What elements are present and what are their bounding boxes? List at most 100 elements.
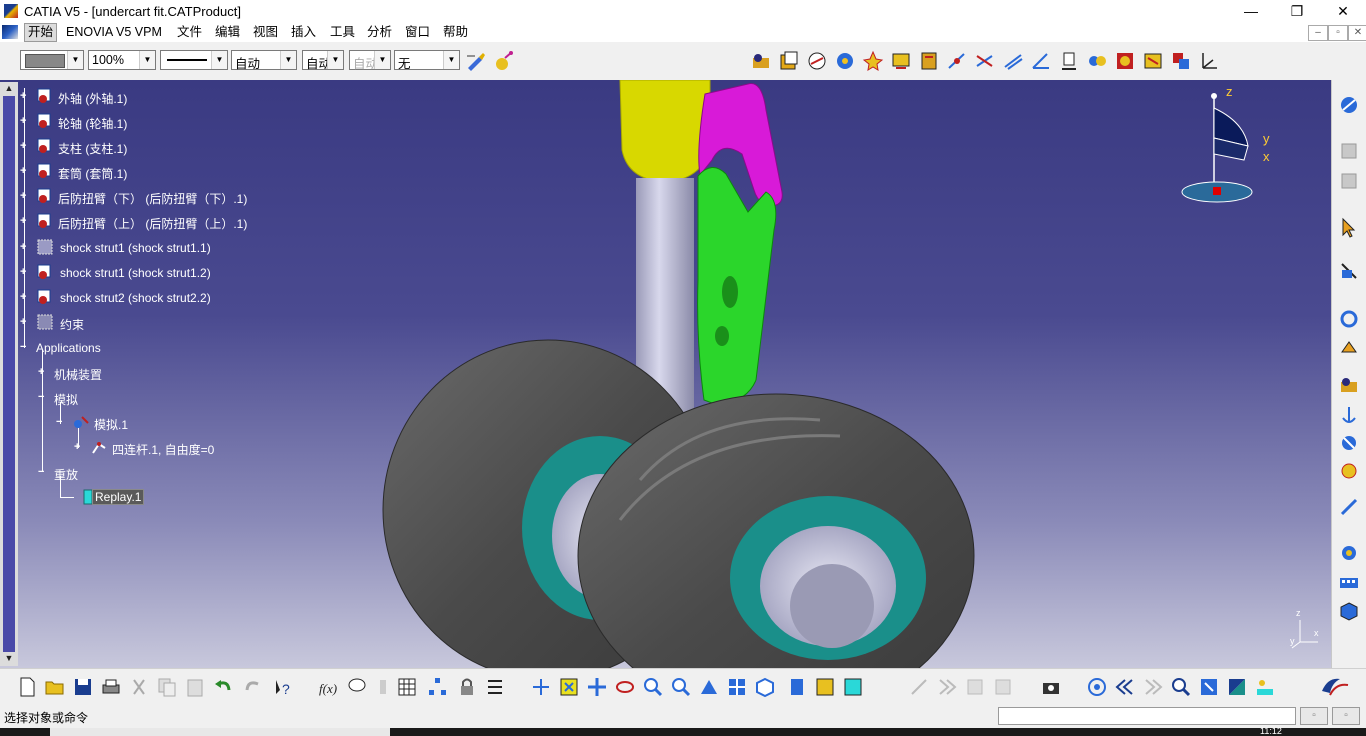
scroll-down-arrow[interactable]: ▼ — [2, 653, 16, 665]
search-icon[interactable] — [1170, 676, 1192, 698]
settings-list-icon[interactable] — [484, 676, 506, 698]
graphic-properties-icon[interactable] — [493, 50, 515, 72]
clash-icon[interactable] — [1338, 460, 1360, 482]
product-icon[interactable] — [778, 50, 800, 72]
menu-start[interactable]: 开始 — [24, 23, 58, 42]
color-combo[interactable]: ▼ — [20, 50, 84, 70]
collapse-icon[interactable]: − — [20, 342, 29, 353]
collapse-icon[interactable]: − — [56, 417, 65, 428]
scroll-up-arrow[interactable]: ▲ — [2, 83, 16, 95]
contact-constraint-icon[interactable] — [974, 50, 996, 72]
open-icon[interactable] — [44, 676, 66, 698]
rotate-icon[interactable] — [1338, 308, 1360, 330]
landing-gear-model[interactable] — [0, 80, 1331, 668]
expand-icon[interactable]: + — [20, 191, 29, 202]
expand-icon[interactable]: + — [38, 367, 47, 378]
shading-icon[interactable] — [786, 676, 808, 698]
expand-icon[interactable]: + — [74, 442, 83, 453]
compass-tool-icon[interactable] — [1338, 94, 1360, 116]
expand-icon[interactable]: + — [20, 166, 29, 177]
menu-enovia[interactable]: ENOVIA V5 VPM — [63, 24, 165, 41]
target-icon[interactable] — [1086, 676, 1108, 698]
replace-component-icon[interactable] — [890, 50, 912, 72]
minimize-button[interactable]: — — [1228, 0, 1274, 22]
fix-together-icon[interactable] — [1086, 50, 1108, 72]
reference-axis-icon[interactable] — [1198, 50, 1220, 72]
apply-material-icon[interactable] — [1254, 676, 1276, 698]
close-button[interactable]: ✕ — [1320, 0, 1366, 22]
mdi-restore-button[interactable]: ▫ — [1328, 25, 1348, 41]
rewind-icon[interactable] — [1114, 676, 1136, 698]
tree-graph-icon[interactable] — [426, 676, 448, 698]
compass-widget[interactable] — [1181, 93, 1253, 203]
help-icon[interactable]: ? — [272, 676, 294, 698]
change-constraint-icon[interactable] — [1170, 50, 1192, 72]
save-icon[interactable] — [72, 676, 94, 698]
catalog-icon[interactable] — [1338, 542, 1360, 564]
graph-tree-reorder-icon[interactable] — [918, 50, 940, 72]
expand-icon[interactable]: + — [20, 91, 29, 102]
menu-window[interactable]: 窗口 — [402, 24, 433, 41]
menu-edit[interactable]: 编辑 — [212, 24, 243, 41]
existing-component-icon[interactable] — [862, 50, 884, 72]
expand-icon[interactable]: + — [20, 242, 29, 253]
swap-space-icon[interactable] — [842, 676, 864, 698]
measure-icon[interactable] — [1338, 496, 1360, 518]
collapse-icon[interactable]: − — [38, 392, 47, 403]
offset-constraint-icon[interactable] — [1002, 50, 1024, 72]
taskbar-search-box[interactable] — [50, 728, 390, 736]
command-ok-button[interactable]: ▫ — [1300, 707, 1328, 725]
layer-combo[interactable]: 无 ▼ — [394, 50, 460, 71]
line-style-combo[interactable]: ▼ — [160, 50, 228, 70]
fly-mode-icon[interactable] — [530, 676, 552, 698]
mdi-close-button[interactable]: ✕ — [1348, 25, 1366, 41]
assembly-features-icon[interactable] — [1338, 374, 1360, 396]
multi-view-icon[interactable] — [726, 676, 748, 698]
coincidence-constraint-icon[interactable] — [946, 50, 968, 72]
fit-all-icon[interactable] — [558, 676, 580, 698]
mdi-minimize-button[interactable]: – — [1308, 25, 1328, 41]
menu-view[interactable]: 视图 — [250, 24, 281, 41]
command-input[interactable] — [998, 707, 1296, 725]
hide-show-icon[interactable] — [814, 676, 836, 698]
3d-viewport[interactable]: z y x z x y — [0, 80, 1331, 668]
menu-tools[interactable]: 工具 — [327, 24, 358, 41]
component-icon[interactable] — [806, 50, 828, 72]
line-type-combo[interactable]: 自动 ▼ — [231, 50, 297, 71]
menu-help[interactable]: 帮助 — [440, 24, 471, 41]
thickness-combo[interactable]: 自动 ▼ — [302, 50, 344, 71]
expand-icon[interactable]: + — [20, 141, 29, 152]
filter-icon[interactable] — [1198, 676, 1220, 698]
angle-constraint-icon[interactable] — [1030, 50, 1052, 72]
menu-analyze[interactable]: 分析 — [364, 24, 395, 41]
rotate-view-icon[interactable] — [614, 676, 636, 698]
comment-icon[interactable] — [346, 676, 368, 698]
tree-scrollbar[interactable]: ▲ ▼ — [0, 82, 18, 666]
command-cancel-button[interactable]: ▫ — [1332, 707, 1360, 725]
new-icon[interactable] — [16, 676, 38, 698]
manipulate-icon[interactable] — [1338, 260, 1360, 282]
flexible-rigid-icon[interactable] — [1142, 50, 1164, 72]
update-icon[interactable] — [1338, 338, 1360, 360]
fix-constraint-icon[interactable] — [1058, 50, 1080, 72]
lock-icon[interactable] — [456, 676, 478, 698]
material-icon[interactable] — [1226, 676, 1248, 698]
assembly-tool-icon[interactable] — [750, 50, 772, 72]
print-icon[interactable] — [100, 676, 122, 698]
expand-icon[interactable]: + — [20, 292, 29, 303]
document-icon[interactable] — [2, 25, 18, 39]
restore-button[interactable]: ❐ — [1274, 0, 1320, 22]
formula-icon[interactable]: f(x) — [318, 676, 340, 698]
expand-icon[interactable]: + — [20, 216, 29, 227]
menu-file[interactable]: 文件 — [174, 24, 205, 41]
menu-insert[interactable]: 插入 — [288, 24, 319, 41]
space-analysis-icon[interactable] — [1338, 432, 1360, 454]
painter-icon[interactable] — [465, 50, 487, 72]
filmstrip-icon[interactable] — [1338, 572, 1360, 594]
zoom-combo[interactable]: 100% ▼ — [88, 50, 156, 70]
zoom-out-icon[interactable] — [670, 676, 692, 698]
table-icon[interactable] — [396, 676, 418, 698]
cube-icon[interactable] — [1338, 600, 1360, 622]
select-arrow-icon[interactable] — [1338, 216, 1360, 238]
camera-icon[interactable] — [1040, 676, 1062, 698]
